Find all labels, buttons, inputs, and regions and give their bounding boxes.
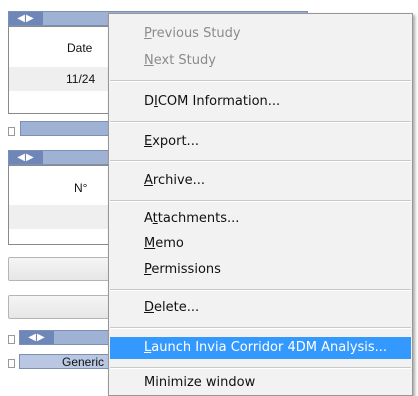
menu-separator — [110, 327, 411, 329]
table-row[interactable] — [9, 205, 119, 229]
menu-item-next-study[interactable]: Next Study — [110, 50, 411, 72]
background-button[interactable] — [8, 257, 120, 281]
checkbox[interactable] — [8, 335, 15, 344]
menu-item-mnemonic: t — [152, 211, 158, 226]
menu-item-dicom-information[interactable]: DICOM Information... — [110, 91, 411, 113]
menu-item-mnemonic: L — [144, 340, 152, 355]
menu-item-mnemonic: E — [144, 134, 153, 149]
nav-arrows-icon[interactable]: ◀▶ — [9, 151, 43, 164]
menu-separator — [110, 367, 411, 369]
menu-item-launch-invia-corridor[interactable]: Launch Invia Corridor 4DM Analysis... — [110, 337, 411, 359]
menu-item-mnemonic: D — [144, 300, 155, 315]
panel3-cell[interactable]: Generic — [62, 355, 104, 369]
menu-separator — [110, 289, 411, 291]
menu-item-archive[interactable]: Archive... — [110, 170, 411, 192]
menu-separator — [110, 80, 411, 82]
background-button[interactable] — [8, 295, 120, 319]
menu-item-previous-study[interactable]: Previous Study — [110, 23, 411, 45]
nav-arrows-icon[interactable]: ◀▶ — [20, 331, 54, 344]
panel1-column-header[interactable]: Date — [67, 41, 92, 55]
menu-item-memo[interactable]: Memo — [110, 233, 411, 255]
menu-item-mnemonic: M — [144, 236, 156, 251]
menu-item-mnemonic: I — [154, 94, 158, 109]
menu-item-mnemonic: N — [144, 53, 154, 68]
menu-item-export[interactable]: Export... — [110, 131, 411, 153]
panel1-cell[interactable]: 11/24 — [66, 72, 95, 86]
checkbox[interactable] — [8, 359, 15, 368]
context-menu: Previous Study Next Study DICOM Informat… — [108, 13, 413, 396]
menu-item-mnemonic: P — [144, 262, 152, 277]
panel2-column-header[interactable]: N° — [74, 181, 87, 195]
menu-separator — [110, 160, 411, 162]
nav-arrows-icon[interactable]: ◀▶ — [9, 12, 43, 25]
menu-item-minimize-window[interactable]: Minimize window — [110, 372, 411, 394]
menu-item-attachments[interactable]: Attachments... — [110, 208, 411, 230]
menu-item-delete[interactable]: Delete... — [110, 297, 411, 319]
menu-item-mnemonic: P — [144, 26, 152, 41]
menu-item-mnemonic: A — [144, 173, 153, 188]
menu-separator — [110, 200, 411, 202]
panel-divider-bar — [20, 121, 120, 136]
menu-item-permissions[interactable]: Permissions — [110, 259, 411, 281]
checkbox[interactable] — [8, 127, 15, 136]
table-row[interactable] — [9, 67, 119, 91]
menu-separator — [110, 121, 411, 123]
